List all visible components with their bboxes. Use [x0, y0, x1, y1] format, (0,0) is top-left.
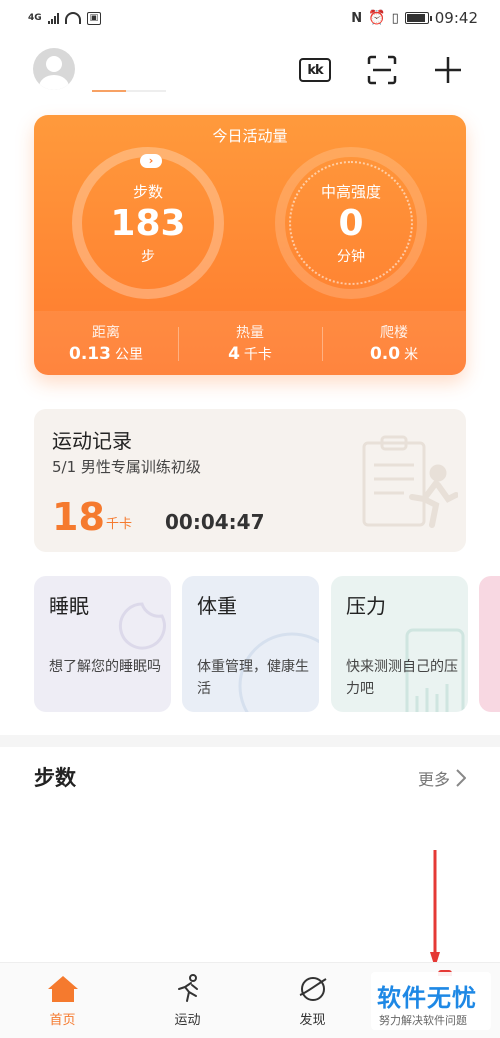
chevron-right-icon: ›: [140, 154, 162, 168]
more-health-card[interactable]: [479, 576, 500, 712]
kk-card-icon: kk: [299, 58, 331, 82]
annotation-arrow-icon: [430, 850, 440, 968]
intensity-label: 中高强度: [320, 182, 381, 201]
plus-icon: [435, 57, 461, 83]
wifi-icon: [64, 12, 81, 24]
nav-label: 首页: [49, 1013, 76, 1028]
vibrate-icon: ▯: [391, 10, 399, 26]
signal-icon: [47, 12, 59, 24]
record-calories: 18: [52, 495, 105, 539]
section-divider: [0, 735, 500, 747]
intensity-unit: 分钟: [337, 248, 365, 265]
metric-unit: 米: [404, 347, 419, 363]
metric-label: 热量: [236, 325, 264, 341]
sleep-card[interactable]: 睡眠 想了解您的睡眠吗: [34, 576, 171, 712]
metric-value-row: 0.13 公里: [69, 344, 143, 364]
clipboard-runner-icon: [362, 435, 458, 528]
metric-unit: 千卡: [243, 347, 272, 363]
steps-more-link[interactable]: 更多: [418, 766, 466, 790]
record-duration: 00:04:47: [165, 510, 265, 534]
nav-exercise[interactable]: 运动: [125, 963, 250, 1038]
alarm-icon: ⏰: [368, 10, 386, 26]
activity-card[interactable]: 今日活动量 › 步数 183 步 中高强度 0 分钟 距离 0.13 公里 热量 …: [34, 115, 466, 375]
scan-icon: [367, 55, 397, 85]
record-title: 运动记录: [52, 429, 132, 453]
metric-label: 距离: [92, 325, 120, 341]
app-header: kk: [0, 48, 500, 96]
watermark-title: 软件无忧: [377, 984, 477, 1012]
avatar[interactable]: [33, 48, 75, 90]
username-placeholder[interactable]: [92, 90, 166, 92]
stress-card[interactable]: 压力 快来测测自己的压力吧: [331, 576, 468, 712]
intensity-value: 0: [338, 202, 364, 244]
more-label: 更多: [417, 770, 450, 789]
metric-value-row: 4 千卡: [228, 344, 272, 364]
nav-discover[interactable]: 发现: [250, 963, 375, 1038]
steps-label: 步数: [132, 182, 163, 201]
metric-value: 0.13: [69, 344, 111, 364]
intensity-ring[interactable]: 中高强度 0 分钟: [275, 147, 427, 299]
record-subtitle: 5/1 男性专属训练初级: [52, 458, 201, 476]
steps-unit: 步: [141, 248, 155, 265]
battery-icon: [404, 12, 432, 24]
card-description: 快来测测自己的压力吧: [346, 659, 458, 697]
watermark-subtitle: 努力解决软件问题: [379, 1014, 467, 1027]
status-bar: 4G ▣ N ⏰ ▯ 09:42: [0, 0, 500, 36]
nav-home[interactable]: 首页: [0, 963, 125, 1038]
card-title: 体重: [197, 594, 237, 618]
metric-unit: 公里: [114, 347, 143, 363]
card-button[interactable]: kk: [298, 53, 332, 87]
status-right: N ⏰ ▯ 09:42: [351, 9, 478, 27]
card-description: 想了解您的睡眠吗: [49, 659, 161, 675]
chevron-right-icon: [456, 769, 466, 787]
nav-label: 发现: [299, 1013, 326, 1028]
nfc-chip-icon: ▣: [86, 11, 102, 25]
scan-button[interactable]: [365, 53, 399, 87]
metric-value: 0.0: [369, 344, 401, 364]
status-left: 4G ▣: [28, 11, 102, 25]
nav-label: 运动: [174, 1013, 201, 1028]
watermark: 软件无忧 努力解决软件问题: [371, 972, 491, 1030]
steps-value: 183: [110, 202, 186, 244]
steps-ring[interactable]: › 步数 183 步: [72, 147, 224, 299]
home-icon: [46, 973, 80, 1005]
metric-value-row: 0.0 米: [370, 344, 418, 364]
clock: 09:42: [434, 9, 478, 27]
card-title: 睡眠: [49, 594, 89, 618]
activity-metrics: 距离 0.13 公里 热量 4 千卡 爬楼 0.0 米: [34, 311, 466, 375]
metric-value: 4: [228, 344, 240, 364]
add-button[interactable]: [431, 53, 465, 87]
metric-floors: 爬楼 0.0 米: [322, 311, 466, 375]
discover-icon: [296, 973, 330, 1005]
steps-section-title: 步数: [34, 766, 76, 790]
nfc-icon: N: [351, 10, 363, 26]
metric-distance: 距离 0.13 公里: [34, 311, 178, 375]
card-title: 压力: [346, 594, 386, 618]
metric-label: 爬楼: [380, 325, 408, 341]
weight-card[interactable]: 体重 体重管理，健康生活: [182, 576, 319, 712]
record-calories-unit: 千卡: [106, 517, 133, 532]
network-type: 4G: [28, 13, 42, 23]
exercise-record-card[interactable]: 运动记录 5/1 男性专属训练初级 18 千卡 00:04:47: [34, 409, 466, 552]
metric-calories: 热量 4 千卡: [178, 311, 322, 375]
card-description: 体重管理，健康生活: [197, 659, 309, 697]
running-icon: [171, 973, 205, 1005]
activity-title: 今日活动量: [212, 127, 288, 145]
